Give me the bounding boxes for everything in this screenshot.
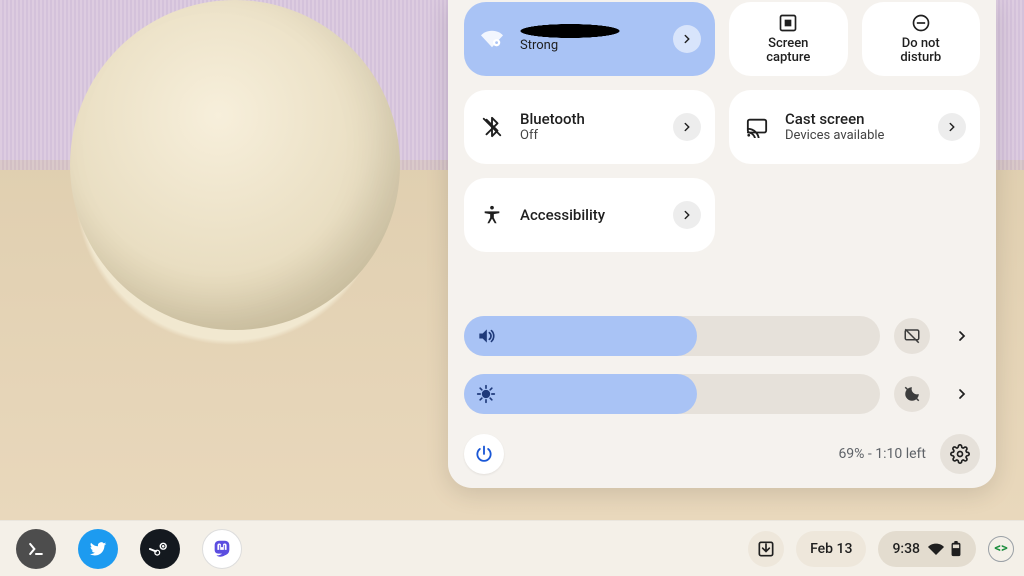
bluetooth-expand-chevron-icon[interactable] bbox=[673, 113, 701, 141]
volume-expand-chevron-icon[interactable] bbox=[944, 318, 980, 354]
brightness-icon bbox=[476, 384, 496, 404]
volume-icon bbox=[476, 326, 496, 346]
volume-fill bbox=[464, 316, 697, 356]
power-button[interactable] bbox=[464, 434, 504, 474]
tray-battery-icon bbox=[950, 541, 962, 557]
cast-title: Cast screen bbox=[785, 110, 924, 129]
brightness-fill bbox=[464, 374, 697, 414]
wallpaper-sphere bbox=[70, 0, 400, 330]
dev-mode-icon[interactable]: <> bbox=[988, 536, 1014, 562]
tray-wifi-icon bbox=[928, 541, 944, 557]
battery-status-text: 69% - 1:10 left bbox=[838, 446, 926, 462]
date-text: Feb 13 bbox=[810, 541, 852, 557]
dnd-label-1: Do not bbox=[902, 36, 940, 51]
settings-button[interactable] bbox=[940, 434, 980, 474]
screen-capture-label-2: capture bbox=[766, 50, 810, 65]
bluetooth-tile[interactable]: Bluetooth Off bbox=[464, 90, 715, 164]
time-text: 9:38 bbox=[892, 541, 920, 557]
quick-settings-panel: Strong Screencapture Do notdisturb bbox=[448, 0, 996, 488]
do-not-disturb-icon bbox=[911, 13, 931, 33]
app-mastodon[interactable] bbox=[202, 529, 242, 569]
do-not-disturb-tile[interactable]: Do notdisturb bbox=[862, 2, 981, 76]
night-light-button[interactable] bbox=[894, 376, 930, 412]
accessibility-tile[interactable]: Accessibility bbox=[464, 178, 715, 252]
volume-row bbox=[464, 316, 980, 356]
shelf: Feb 13 9:38 <> bbox=[0, 520, 1024, 576]
wifi-name-redacted bbox=[520, 24, 620, 38]
app-steam[interactable] bbox=[140, 529, 180, 569]
accessibility-icon bbox=[478, 204, 506, 226]
date-pill[interactable]: Feb 13 bbox=[796, 531, 866, 567]
tote-tray-icon[interactable] bbox=[748, 531, 784, 567]
cast-expand-chevron-icon[interactable] bbox=[938, 113, 966, 141]
brightness-row bbox=[464, 374, 980, 414]
brightness-slider[interactable] bbox=[464, 374, 880, 414]
screen-capture-label-1: Screen bbox=[768, 36, 808, 51]
accessibility-expand-chevron-icon[interactable] bbox=[673, 201, 701, 229]
shelf-status-area: Feb 13 9:38 <> bbox=[748, 531, 1014, 567]
cast-status: Devices available bbox=[785, 128, 924, 144]
shelf-pinned-apps bbox=[10, 529, 242, 569]
audio-output-button[interactable] bbox=[894, 318, 930, 354]
accessibility-title: Accessibility bbox=[520, 206, 659, 225]
bluetooth-status: Off bbox=[520, 128, 659, 144]
cast-icon bbox=[743, 116, 771, 138]
wifi-tile[interactable]: Strong bbox=[464, 2, 715, 76]
screen-capture-icon bbox=[778, 13, 798, 33]
bluetooth-title: Bluetooth bbox=[520, 110, 659, 129]
screen-capture-tile[interactable]: Screencapture bbox=[729, 2, 848, 76]
dnd-label-2: disturb bbox=[900, 50, 941, 65]
tray-status-icons bbox=[928, 541, 962, 557]
volume-slider[interactable] bbox=[464, 316, 880, 356]
status-tray-pill[interactable]: 9:38 bbox=[878, 531, 976, 567]
wifi-expand-chevron-icon[interactable] bbox=[673, 25, 701, 53]
cast-screen-tile[interactable]: Cast screen Devices available bbox=[729, 90, 980, 164]
wifi-icon bbox=[478, 28, 506, 50]
app-twitter[interactable] bbox=[78, 529, 118, 569]
app-terminal[interactable] bbox=[16, 529, 56, 569]
bluetooth-off-icon bbox=[478, 116, 506, 138]
brightness-expand-chevron-icon[interactable] bbox=[944, 376, 980, 412]
wifi-signal-label: Strong bbox=[520, 38, 659, 54]
